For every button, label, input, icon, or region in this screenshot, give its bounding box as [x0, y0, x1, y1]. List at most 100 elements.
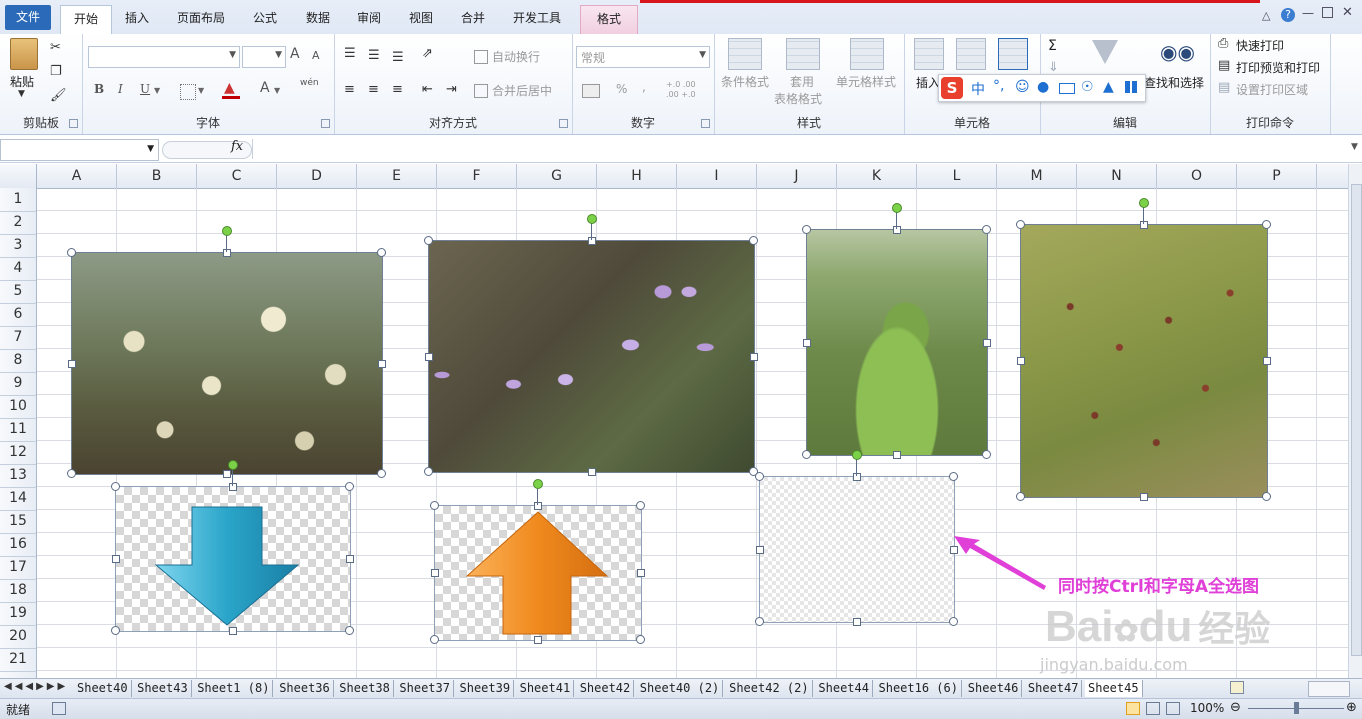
resize-handle-edge[interactable]: [893, 226, 901, 234]
insert-function-button[interactable]: fx: [231, 139, 243, 154]
zoom-level[interactable]: 100%: [1190, 701, 1224, 715]
format-painter-icon[interactable]: 🖌: [50, 88, 67, 103]
photo-jujube-tree[interactable]: [1020, 224, 1268, 498]
align-left-icon[interactable]: ≡: [344, 82, 355, 97]
sheet-tab[interactable]: Sheet47: [1025, 680, 1083, 697]
resize-handle-corner[interactable]: [424, 236, 433, 245]
page-break-view-icon[interactable]: [1166, 702, 1180, 715]
photo-bellflowers[interactable]: [428, 240, 755, 473]
font-color-button[interactable]: A: [260, 80, 270, 96]
sheet-tab[interactable]: Sheet42 (2): [726, 680, 813, 697]
align-top-icon[interactable]: ☰: [344, 46, 356, 61]
merge-center-button[interactable]: 合并后居中: [492, 82, 552, 99]
shape-down-arrow[interactable]: [115, 486, 351, 632]
row-header-4[interactable]: 4: [0, 257, 36, 281]
paste-icon[interactable]: [10, 38, 38, 70]
column-header-h[interactable]: H: [597, 164, 677, 188]
tab-formulas[interactable]: 公式: [242, 5, 288, 33]
row-header-6[interactable]: 6: [0, 303, 36, 327]
print-area-button[interactable]: 设置打印区域: [1236, 81, 1308, 98]
resize-handle-corner[interactable]: [1262, 492, 1271, 501]
row-header-11[interactable]: 11: [0, 418, 36, 442]
resize-handle-edge[interactable]: [534, 636, 542, 644]
accounting-icon[interactable]: [582, 84, 600, 98]
resize-handle-corner[interactable]: [1016, 220, 1025, 229]
row-header-21[interactable]: 21: [0, 648, 36, 672]
column-header-l[interactable]: L: [917, 164, 997, 188]
window-close-icon[interactable]: ✕: [1342, 5, 1353, 20]
resize-handle-corner[interactable]: [749, 236, 758, 245]
delete-cells-icon[interactable]: [956, 38, 986, 70]
horizontal-scrollbar[interactable]: [1308, 681, 1350, 697]
tab-insert[interactable]: 插入: [114, 5, 160, 33]
shape-empty-transparent[interactable]: [759, 476, 955, 623]
underline-button[interactable]: U: [140, 82, 150, 96]
resize-handle-edge[interactable]: [1017, 357, 1025, 365]
rotation-handle[interactable]: [533, 479, 543, 489]
row-header-17[interactable]: 17: [0, 556, 36, 580]
sheet-tab[interactable]: Sheet38: [336, 680, 394, 697]
align-bottom-icon[interactable]: ☰: [392, 50, 404, 65]
resize-handle-edge[interactable]: [431, 569, 439, 577]
conditional-format-icon[interactable]: [728, 38, 762, 70]
resize-handle-edge[interactable]: [223, 470, 231, 478]
resize-handle-corner[interactable]: [345, 626, 354, 635]
copy-icon[interactable]: ❐: [50, 64, 62, 79]
resize-handle-corner[interactable]: [67, 469, 76, 478]
row-header-15[interactable]: 15: [0, 510, 36, 534]
zoom-out-icon[interactable]: ⊖: [1230, 700, 1241, 715]
tab-merge[interactable]: 合并: [450, 5, 496, 33]
column-header-g[interactable]: G: [517, 164, 597, 188]
zoom-slider-thumb[interactable]: [1294, 702, 1299, 714]
rotation-handle[interactable]: [228, 460, 238, 470]
resize-handle-edge[interactable]: [803, 338, 811, 347]
row-header-8[interactable]: 8: [0, 349, 36, 373]
print-area-icon[interactable]: ▤: [1218, 80, 1230, 95]
window-minimize-icon[interactable]: —: [1302, 6, 1314, 20]
sheet-tab[interactable]: Sheet16 (6): [876, 680, 962, 697]
rotation-handle[interactable]: [1139, 198, 1149, 208]
find-select-button[interactable]: 查找和选择: [1144, 74, 1204, 91]
column-header-b[interactable]: B: [117, 164, 197, 188]
row-header-19[interactable]: 19: [0, 602, 36, 626]
resize-handle-edge[interactable]: [229, 627, 237, 635]
autosum-button[interactable]: Σ: [1048, 38, 1057, 54]
sort-filter-icon[interactable]: [1092, 40, 1118, 64]
tab-developer[interactable]: 开发工具: [504, 5, 570, 33]
insert-sheet-icon[interactable]: [1230, 681, 1244, 694]
sheet-tab[interactable]: Sheet39: [457, 680, 515, 697]
resize-handle-edge[interactable]: [1140, 221, 1148, 229]
row-header-1[interactable]: 1: [0, 188, 36, 212]
resize-handle-edge[interactable]: [223, 249, 231, 257]
align-middle-icon[interactable]: ☰: [368, 48, 380, 63]
row-header-13[interactable]: 13: [0, 464, 36, 488]
macro-record-icon[interactable]: [52, 702, 66, 715]
align-right-icon[interactable]: ≡: [392, 82, 403, 97]
resize-handle-corner[interactable]: [949, 472, 958, 481]
wrap-text-icon[interactable]: [474, 50, 488, 64]
ime-user-icon[interactable]: ☉: [1081, 79, 1094, 95]
sheet-tab[interactable]: Sheet37: [396, 680, 454, 697]
resize-handle-edge[interactable]: [378, 359, 386, 368]
cut-icon[interactable]: ✂: [50, 40, 61, 55]
column-header-i[interactable]: I: [677, 164, 757, 188]
ime-logo[interactable]: S: [941, 77, 963, 99]
merge-center-icon[interactable]: [474, 84, 488, 98]
decrease-decimal-button[interactable]: .00 +.0: [666, 90, 696, 99]
column-header-m[interactable]: M: [997, 164, 1077, 188]
border-icon[interactable]: [180, 84, 196, 100]
sheet-tab[interactable]: Sheet46: [965, 680, 1023, 697]
cell-styles-button[interactable]: 单元格样式: [836, 73, 896, 90]
page-layout-view-icon[interactable]: [1146, 702, 1160, 715]
row-header-5[interactable]: 5: [0, 280, 36, 304]
format-as-table-line1[interactable]: 套用: [790, 73, 814, 90]
rotation-handle[interactable]: [586, 214, 597, 224]
resize-handle-edge[interactable]: [893, 451, 901, 459]
column-header-j[interactable]: J: [757, 164, 837, 188]
row-header-3[interactable]: 3: [0, 234, 36, 258]
sheet-tab[interactable]: Sheet41: [517, 680, 575, 697]
increase-indent-icon[interactable]: ⇥: [446, 82, 457, 97]
sheet-tab[interactable]: Sheet45: [1085, 680, 1143, 697]
column-header-n[interactable]: N: [1077, 164, 1157, 188]
tab-data[interactable]: 数据: [295, 5, 341, 33]
